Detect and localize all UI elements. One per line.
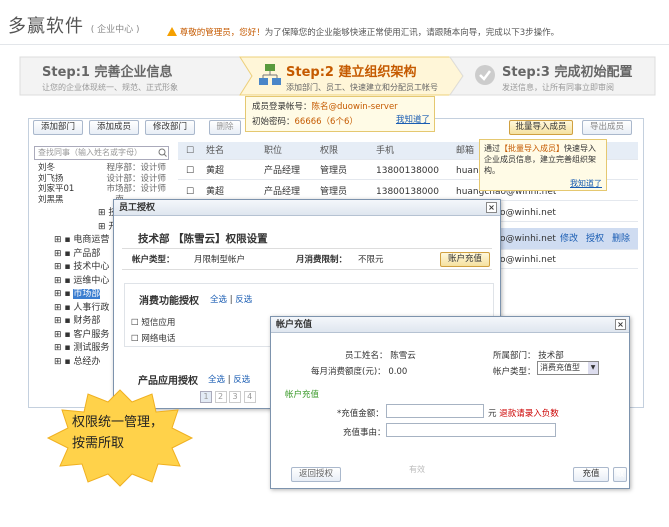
page-button[interactable]: 1 xyxy=(200,391,212,403)
select-all-link-2[interactable]: 全选 xyxy=(208,375,225,385)
reason-input[interactable] xyxy=(386,423,556,437)
back-button[interactable]: 返回授权 xyxy=(291,467,341,482)
org-structure-icon xyxy=(259,64,281,85)
import-tip: 通过【批量导入成员】快速导入企业成员信息，建立完善组织架构。 我知道了 xyxy=(479,139,607,191)
delete-button[interactable]: 删除 xyxy=(209,120,241,135)
employee-name: 员工姓名： 陈雪云 xyxy=(345,351,416,361)
tree-node[interactable]: ⊞ ▪ 人事行政 xyxy=(32,302,120,316)
close-icon[interactable]: × xyxy=(486,202,497,213)
page-button[interactable]: 4 xyxy=(243,391,256,403)
invert-link-2[interactable]: 反选 xyxy=(233,375,250,385)
list-item[interactable]: 刘飞扬 设计部：设计师 xyxy=(38,174,168,185)
close-icon[interactable]: × xyxy=(615,319,626,330)
tree-node[interactable]: ⊞ ▪ 电商运营 xyxy=(32,234,120,248)
recharge-section-title: 帐户充值 xyxy=(285,390,320,400)
recharge-dialog: 帐户充值 × 员工姓名： 陈雪云 所属部门： 技术部 每月消费额度(元)： 0.0… xyxy=(270,316,630,489)
tree-node[interactable]: ⊞ ▪ 测试服务 xyxy=(32,342,120,356)
app-auth-heading: 产品应用授权 xyxy=(138,376,198,387)
got-it-link[interactable]: 我知道了 xyxy=(396,113,430,128)
dialog-title: 帐户充值 × xyxy=(271,317,629,333)
export-button[interactable]: 导出成员 xyxy=(582,120,632,135)
authorize-link[interactable]: 授权 xyxy=(586,228,604,250)
submit-recharge-button[interactable]: 充值 xyxy=(573,467,609,482)
tree-node[interactable]: ⊞ ▪ 财务部 xyxy=(32,315,120,329)
login-tip: 成员登录帐号：陈名@duowin-server 初始密码：66666（6个6） … xyxy=(245,96,435,132)
page-button[interactable]: 3 xyxy=(229,391,242,403)
tree-node[interactable]: ⊞ ▪ 产品部 xyxy=(32,248,120,262)
add-member-button[interactable]: 添加成员 xyxy=(89,120,139,135)
select-all-link[interactable]: 全选 xyxy=(210,295,227,305)
recharge-button[interactable]: 账户充值 xyxy=(440,252,490,267)
tree-node[interactable]: ⊞ ▪ 总经办 xyxy=(32,356,120,370)
dept-permission-heading: 技术部 【陈雪云】权限设置 xyxy=(138,233,268,245)
edit-dept-button[interactable]: 修改部门 xyxy=(145,120,195,135)
batch-import-button[interactable]: 批量导入成员 xyxy=(509,120,573,135)
warning-icon xyxy=(167,27,177,36)
account-type-select[interactable]: 消费充值型 ▼ xyxy=(537,361,599,375)
step-3[interactable]: Step:3 完成初始配置 发送信息，让所有同事立即审阅 xyxy=(502,61,632,103)
tree-node[interactable]: ⊞ 技术 xyxy=(32,207,126,221)
chevron-down-icon: ▼ xyxy=(588,362,598,374)
tree-node[interactable]: ⊞ ▪ 市场部 xyxy=(32,288,120,302)
tree-node[interactable]: ⊞ ▪ 客户服务 xyxy=(32,329,120,343)
dim-text: 有效 xyxy=(409,465,425,474)
dept-tree: ⊞ 技术 ⊞ 开发 ⊞ ▪ 电商运营 ⊞ ▪ 产品部 ⊞ ▪ 技术中心 ⊞ ▪ … xyxy=(32,207,126,370)
invert-link[interactable]: 反选 xyxy=(235,295,252,305)
search-input[interactable]: 查找同事（输入姓名或字母） xyxy=(34,146,169,160)
employee-dept: 所属部门： 技术部 xyxy=(493,351,564,361)
amount-label: *充值金额： xyxy=(337,409,384,419)
tree-node[interactable]: ⊞ 开发 xyxy=(32,221,126,235)
header-divider xyxy=(0,44,669,45)
step-1[interactable]: Step:1 完善企业信息 让您的企业体现统一、规范、正式形象 xyxy=(42,61,178,103)
check-circle-icon xyxy=(475,65,495,85)
got-it-link-2[interactable]: 我知道了 xyxy=(570,179,602,188)
reason-label: 充值事由： xyxy=(343,428,386,438)
sms-checkbox[interactable]: ☐ 短信应用 xyxy=(131,316,175,328)
dialog-title: 员工授权 × xyxy=(114,200,500,216)
delete-link[interactable]: 删除 xyxy=(612,228,630,250)
edit-link[interactable]: 修改 xyxy=(560,228,578,250)
wizard-steps: Step:1 完善企业信息 让您的企业体现统一、规范、正式形象 Step:2 建立… xyxy=(0,55,669,97)
callout-text: 权限统一管理， 按需所取 xyxy=(72,415,164,451)
account-info-row: 帐户类型： 月限制型帐户 月消费限制： 不限元 账户充值 xyxy=(122,248,492,270)
tree-node[interactable]: ⊞ ▪ 技术中心 xyxy=(32,261,120,275)
unit-label: 元 退款请录入负数 xyxy=(488,409,559,419)
pagination: 1 2 3 4 xyxy=(200,391,256,403)
monthly-quota: 每月消费额度(元)： 0.00 xyxy=(311,367,408,377)
page-button[interactable]: 2 xyxy=(214,391,227,403)
list-item[interactable]: 刘冬 程序部：设计师 xyxy=(38,163,168,174)
cancel-button[interactable]: 取消 xyxy=(613,467,627,482)
search-icon[interactable] xyxy=(158,148,167,157)
voip-checkbox[interactable]: ☐ 网络电话 xyxy=(131,332,175,344)
account-type-label: 帐户类型： xyxy=(493,367,536,377)
tree-node[interactable]: ⊞ ▪ 运维中心 xyxy=(32,275,120,289)
add-dept-button[interactable]: 添加部门 xyxy=(33,120,83,135)
list-item[interactable]: 刘家平01 市场部：设计师 xyxy=(38,184,168,195)
amount-input[interactable] xyxy=(386,404,484,418)
notice-bar: 尊敬的管理员，您好！为了保障您的企业能够快速正常使用汇讯，请跟随本向导，完成以下… xyxy=(167,26,559,38)
brand-logo: 多赢软件 ( 企业中心 ) xyxy=(8,16,140,37)
